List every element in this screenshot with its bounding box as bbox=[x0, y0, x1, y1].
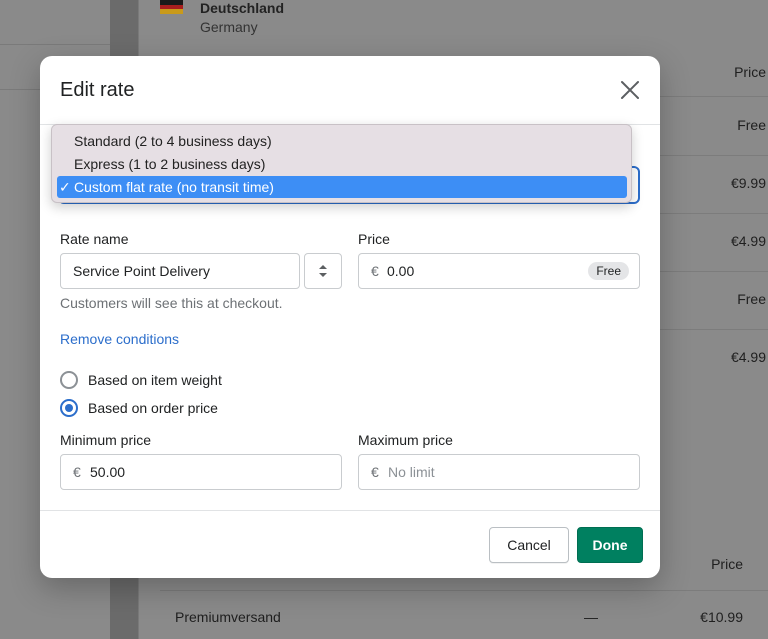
germany-flag-icon bbox=[160, 0, 183, 14]
close-icon bbox=[621, 81, 639, 99]
rate-name-help-text: Customers will see this at checkout. bbox=[60, 295, 283, 311]
price-input[interactable]: € 0.00 Free bbox=[358, 253, 640, 289]
free-badge: Free bbox=[588, 262, 629, 280]
background-rate-price: €10.99 bbox=[700, 609, 743, 625]
background-row-price: €4.99 bbox=[730, 233, 766, 249]
menu-item-express[interactable]: Express (1 to 2 business days) bbox=[57, 153, 627, 175]
background-rate-name: Premiumversand bbox=[175, 609, 281, 625]
done-button[interactable]: Done bbox=[577, 527, 643, 563]
background-price-header: Price bbox=[734, 64, 766, 80]
background-zone-name: Deutschland bbox=[200, 0, 285, 16]
background-row-price: Free bbox=[737, 291, 766, 307]
minimum-price-label: Minimum price bbox=[60, 432, 152, 448]
remove-conditions-link[interactable]: Remove conditions bbox=[60, 331, 179, 347]
rate-name-label: Rate name bbox=[60, 231, 129, 247]
rate-type-dropdown-menu: Standard (2 to 4 business days) Express … bbox=[51, 124, 632, 203]
menu-item-custom-flat-rate[interactable]: ✓ Custom flat rate (no transit time) bbox=[57, 176, 627, 198]
price-value: 0.00 bbox=[387, 263, 415, 279]
background-price-header: Price bbox=[711, 556, 743, 572]
cancel-button[interactable]: Cancel bbox=[489, 527, 569, 563]
currency-prefix: € bbox=[371, 263, 379, 279]
maximum-price-input[interactable]: € No limit bbox=[358, 454, 640, 490]
background-rate-transit: — bbox=[584, 609, 598, 625]
minimum-price-input[interactable]: € 50.00 bbox=[60, 454, 342, 490]
radio-label: Based on item weight bbox=[88, 372, 222, 388]
menu-item-label: Express (1 to 2 business days) bbox=[74, 156, 266, 172]
background-sidebar-row bbox=[0, 0, 110, 45]
radio-button[interactable] bbox=[60, 371, 78, 389]
menu-item-label: Custom flat rate (no transit time) bbox=[74, 179, 274, 195]
checkmark-icon: ✓ bbox=[59, 179, 71, 195]
background-row-price: €4.99 bbox=[730, 349, 766, 365]
background-row-price: €9.99 bbox=[730, 175, 766, 191]
background-divider bbox=[160, 590, 768, 591]
modal-footer-divider bbox=[40, 510, 660, 511]
menu-item-standard[interactable]: Standard (2 to 4 business days) bbox=[57, 130, 627, 152]
rate-name-preset-select[interactable] bbox=[304, 253, 342, 289]
close-button[interactable] bbox=[614, 76, 646, 104]
price-label: Price bbox=[358, 231, 390, 247]
background-zone-country: Germany bbox=[200, 19, 258, 35]
modal-title: Edit rate bbox=[60, 79, 135, 101]
minimum-price-value: 50.00 bbox=[90, 464, 126, 480]
rate-name-input[interactable]: Service Point Delivery bbox=[60, 253, 300, 289]
background-row-price: Free bbox=[737, 117, 766, 133]
rate-name-value: Service Point Delivery bbox=[73, 263, 210, 279]
menu-item-label: Standard (2 to 4 business days) bbox=[74, 133, 272, 149]
radio-label: Based on order price bbox=[88, 400, 218, 416]
modal-header: Edit rate bbox=[40, 56, 660, 125]
radio-button-checked[interactable] bbox=[60, 399, 78, 417]
currency-prefix: € bbox=[371, 464, 379, 480]
up-down-chevron-icon bbox=[319, 265, 327, 277]
currency-prefix: € bbox=[73, 464, 81, 480]
maximum-price-placeholder: No limit bbox=[388, 464, 435, 480]
maximum-price-label: Maximum price bbox=[358, 432, 453, 448]
